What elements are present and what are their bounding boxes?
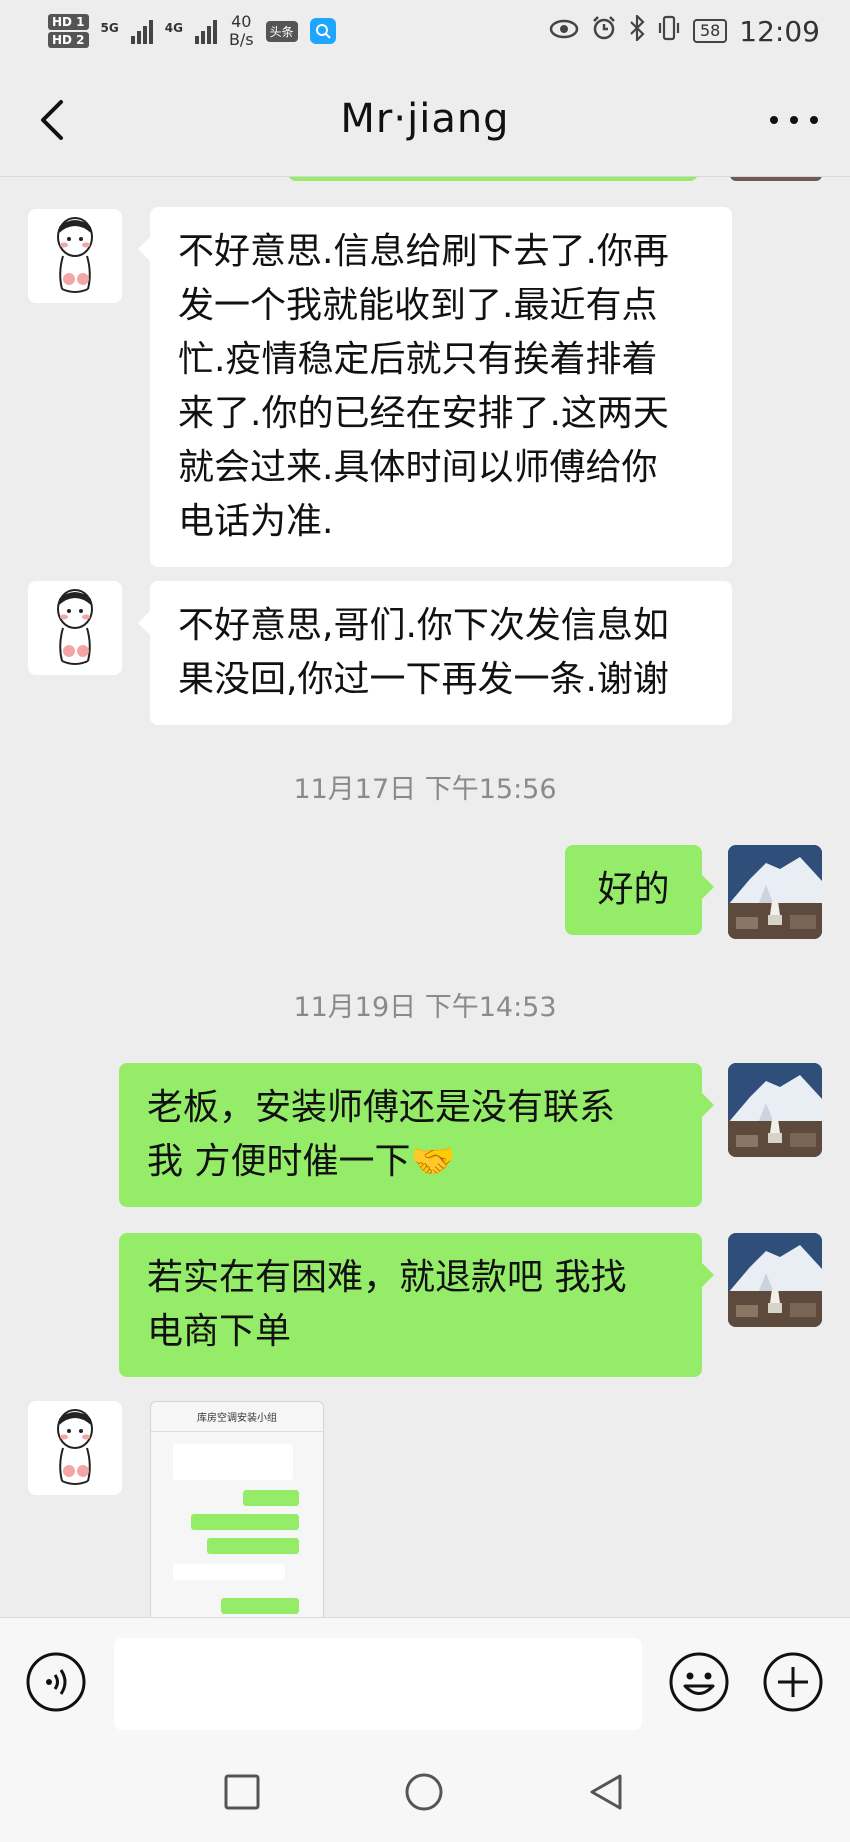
emoji-icon (669, 1652, 729, 1712)
message-bubble-incoming[interactable]: 不好意思.信息给刷下去了.你再 发一个我就能收到了.最近有点 忙.疫情稳定后就只… (138, 207, 732, 567)
back-button[interactable] (28, 92, 78, 148)
hd2-badge: HD 2 (48, 32, 89, 48)
mountain-photo-icon (728, 1233, 822, 1327)
more-dot (810, 116, 818, 124)
image-inner-bubble (191, 1514, 299, 1530)
speed-unit: B/s (228, 30, 254, 49)
voice-icon (26, 1652, 86, 1712)
message-bubble-outgoing[interactable]: 好的 (565, 845, 714, 935)
alarm-icon (591, 15, 617, 48)
status-time: 12:09 (739, 14, 820, 48)
user-avatar[interactable] (728, 1233, 822, 1327)
hd-indicators: HD 1 HD 2 (48, 14, 89, 48)
signal-1-icon (130, 18, 153, 44)
message-line: 果没回,你过一下再发一条.谢谢 (178, 659, 669, 700)
more-dot (790, 116, 798, 124)
message-line: 电话为准. (178, 501, 334, 542)
toutiao-app-icon: 头条 (265, 20, 298, 42)
circle-icon (405, 1773, 443, 1811)
image-message-thumbnail[interactable]: 库房空调安装小组 (150, 1401, 324, 1617)
chat-timestamp: 11月17日 下午15:56 (293, 774, 557, 805)
image-inner-bubble (243, 1490, 299, 1506)
square-icon (224, 1774, 260, 1810)
chevron-left-icon (41, 100, 63, 140)
status-bar: HD 1 HD 2 5G 4G 40 B/s 头条 58 12:09 (0, 0, 850, 62)
plus-icon (763, 1652, 823, 1712)
mountain-photo-icon (728, 845, 822, 939)
chat-input-bar (0, 1617, 850, 1742)
cartoon-avatar-icon (57, 1409, 93, 1485)
user-avatar[interactable] (728, 1063, 822, 1157)
more-dot (770, 116, 778, 124)
chat-timestamp: 11月19日 下午14:53 (293, 992, 557, 1023)
more-functions-button[interactable] (762, 1651, 824, 1713)
message-line: 老板，安装师傅还是没有联系 (147, 1087, 616, 1128)
message-line: 就会过来.具体时间以师傅给你 (178, 447, 658, 488)
home-button[interactable] (404, 1772, 444, 1812)
chat-header: Mr·jiang (0, 62, 850, 177)
cartoon-avatar-icon (57, 589, 93, 665)
status-right: 58 12:09 (549, 12, 820, 48)
recents-button[interactable] (222, 1772, 262, 1812)
emoji-button[interactable] (668, 1651, 730, 1713)
message-line: 不好意思,哥们.你下次发信息如 (178, 605, 669, 646)
image-inner-bubble (207, 1538, 299, 1554)
image-inner-bubble (221, 1598, 299, 1614)
battery-icon: 58 (692, 19, 728, 43)
voice-button[interactable] (25, 1651, 87, 1713)
status-left: HD 1 HD 2 5G 4G 40 B/s 头条 (48, 13, 336, 49)
hd1-badge: HD 1 (48, 14, 89, 30)
speed-value: 40 (231, 12, 252, 31)
user-avatar[interactable] (728, 845, 822, 939)
network-4g-label: 4G (164, 21, 183, 35)
cartoon-avatar-icon (57, 217, 93, 293)
chat-title: Mr·jiang (340, 96, 510, 142)
previous-avatar[interactable] (730, 177, 822, 181)
vibrate-icon (657, 15, 681, 48)
triangle-back-icon (590, 1774, 622, 1810)
message-line: 我 方便时催一下🤝 (147, 1141, 456, 1182)
previous-message-bubble[interactable] (288, 177, 698, 181)
message-line: 发一个我就能收到了.最近有点 (178, 285, 658, 326)
signal-2-icon (194, 18, 217, 44)
eye-icon (549, 16, 579, 46)
message-line: 好的 (597, 869, 670, 910)
image-inner-title: 库房空调安装小组 (151, 1402, 323, 1432)
message-bubble-outgoing[interactable]: 老板，安装师傅还是没有联系 我 方便时催一下🤝 (119, 1063, 714, 1207)
system-navigation-bar (0, 1742, 850, 1842)
search-app-icon (309, 18, 336, 44)
message-line: 来了.你的已经在安排了.这两天 (178, 393, 669, 434)
system-back-button[interactable] (586, 1772, 626, 1812)
contact-avatar[interactable] (28, 1401, 122, 1495)
message-bubble-incoming[interactable]: 不好意思,哥们.你下次发信息如 果没回,你过一下再发一条.谢谢 (138, 581, 732, 725)
message-line: 不好意思.信息给刷下去了.你再 (178, 231, 669, 272)
image-inner-bubble (173, 1444, 293, 1480)
contact-avatar[interactable] (28, 209, 122, 303)
network-speed: 40 B/s (229, 13, 254, 49)
mountain-photo-icon (728, 1063, 822, 1157)
message-bubble-outgoing[interactable]: 若实在有困难，就退款吧 我找 电商下单 (119, 1233, 714, 1377)
more-options-button[interactable] (764, 100, 824, 140)
message-input[interactable] (114, 1638, 642, 1730)
network-5g-label: 5G (100, 21, 119, 35)
message-line: 若实在有困难，就退款吧 我找 (147, 1257, 627, 1298)
contact-avatar[interactable] (28, 581, 122, 675)
image-inner-bubble (173, 1564, 285, 1580)
chat-area[interactable]: 不好意思.信息给刷下去了.你再 发一个我就能收到了.最近有点 忙.疫情稳定后就只… (0, 177, 850, 1617)
message-line: 忙.疫情稳定后就只有挨着排着 (178, 339, 658, 380)
message-line: 电商下单 (147, 1311, 292, 1352)
bluetooth-icon (629, 12, 645, 48)
